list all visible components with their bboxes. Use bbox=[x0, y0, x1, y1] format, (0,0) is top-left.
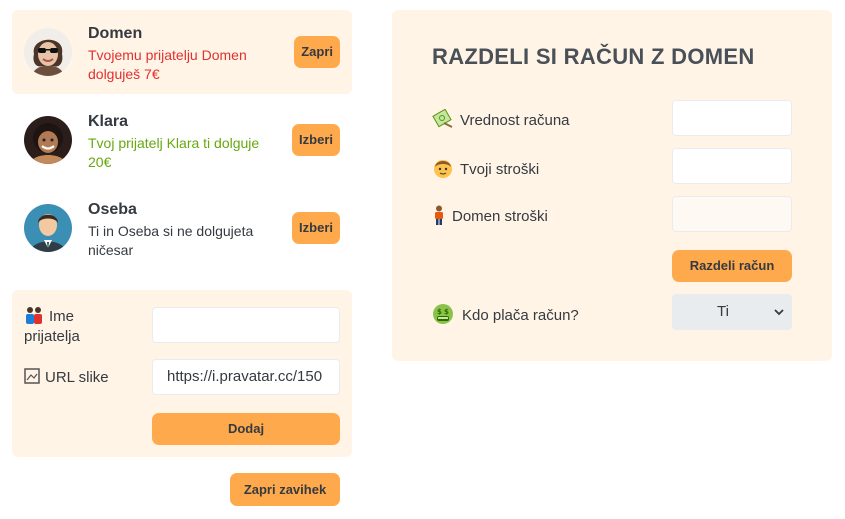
friend-name: Klara bbox=[88, 113, 129, 130]
friend-name-label: Ime prijatelja bbox=[24, 306, 80, 345]
picture-frame-icon bbox=[24, 368, 40, 384]
friend-name: Oseba bbox=[88, 201, 137, 218]
avatar-klara bbox=[24, 116, 72, 164]
friend-balance: Tvoj prijatelj Klara ti dolguje 20€ bbox=[88, 135, 260, 170]
split-bill-title: RAZDELI SI RAČUN Z DOMEN bbox=[432, 44, 755, 69]
payer-select[interactable]: Ti bbox=[672, 294, 792, 330]
chevron-down-icon bbox=[773, 301, 785, 326]
add-friend-form: Ime prijatelja URL slike https://i.prava… bbox=[12, 290, 352, 457]
close-form-button[interactable]: Zapri zavihek bbox=[230, 473, 340, 506]
friend-expense-input[interactable] bbox=[672, 196, 792, 232]
friend-name-input[interactable] bbox=[152, 307, 340, 343]
money-icon bbox=[432, 108, 454, 129]
person-face-icon bbox=[432, 157, 454, 179]
select-friend-button[interactable]: Izberi bbox=[292, 212, 340, 244]
friend-balance: Ti in Oseba si ne dolgujeta ničesar bbox=[88, 223, 254, 258]
people-icon bbox=[24, 306, 44, 324]
avatar-oseba bbox=[24, 204, 72, 252]
standing-person-icon bbox=[432, 205, 446, 225]
svg-text:$: $ bbox=[444, 308, 449, 316]
money-mouth-face-icon: $ $ bbox=[432, 303, 454, 325]
svg-text:$: $ bbox=[437, 308, 442, 316]
select-friend-button[interactable]: Izberi bbox=[292, 124, 340, 156]
avatar-domen bbox=[24, 28, 72, 76]
friend-expense-label: Domen stroški bbox=[432, 205, 548, 227]
payer-select-value: Ti bbox=[717, 303, 729, 320]
image-url-input[interactable]: https://i.pravatar.cc/150 bbox=[152, 359, 340, 395]
split-bill-form: RAZDELI SI RAČUN Z DOMEN Vrednost računa… bbox=[392, 10, 832, 361]
bill-value-input[interactable] bbox=[672, 100, 792, 136]
payer-label: $ $ Kdo plača račun? bbox=[432, 303, 579, 326]
friend-balance: Tvojemu prijatelju Domen dolguješ 7€ bbox=[88, 47, 247, 82]
bill-value-label: Vrednost računa bbox=[432, 108, 570, 131]
friend-item-klara: Klara Tvoj prijatelj Klara ti dolguje 20… bbox=[12, 98, 352, 182]
add-friend-submit-button[interactable]: Dodaj bbox=[152, 413, 340, 445]
friend-item-oseba: Oseba Ti in Oseba si ne dolgujeta ničesa… bbox=[12, 186, 352, 270]
my-expense-label: Tvoji stroški bbox=[432, 157, 539, 180]
close-friend-button[interactable]: Zapri bbox=[294, 36, 340, 68]
friend-item-domen: Domen Tvojemu prijatelju Domen dolguješ … bbox=[12, 10, 352, 94]
friend-name: Domen bbox=[88, 25, 143, 42]
my-expense-input[interactable] bbox=[672, 148, 792, 184]
image-url-label: URL slike bbox=[24, 368, 109, 388]
split-bill-submit-button[interactable]: Razdeli račun bbox=[672, 250, 792, 282]
